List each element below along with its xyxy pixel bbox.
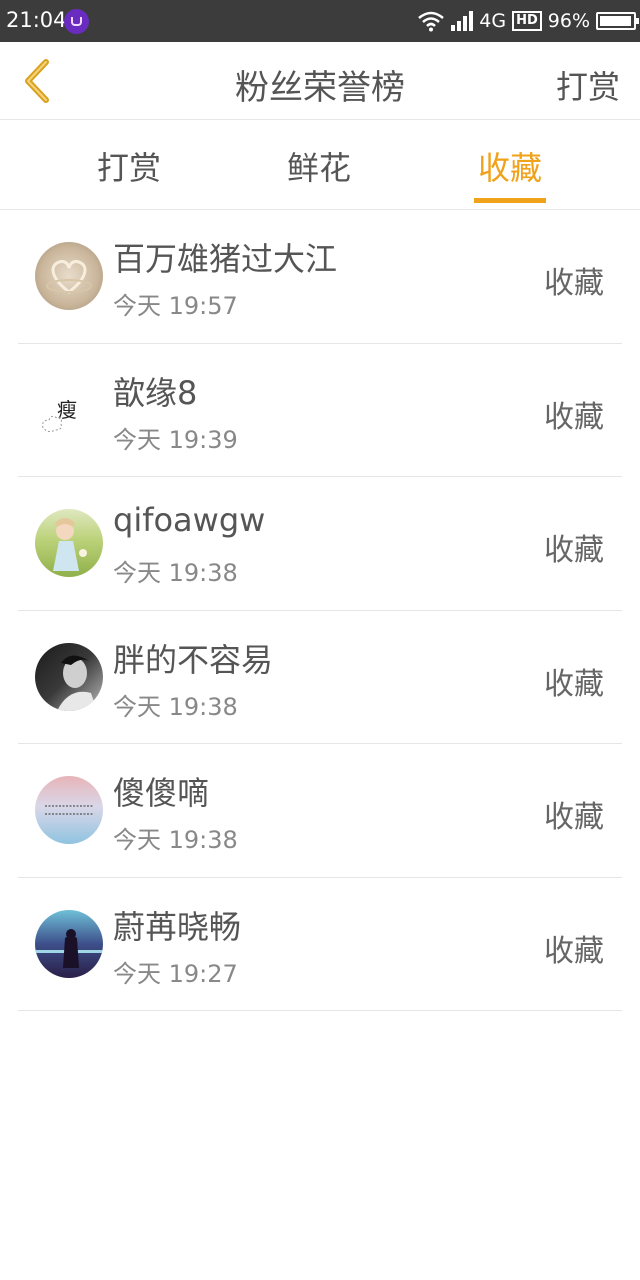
bw-portrait-image [57, 654, 97, 711]
fan-name: 歆缘8 [113, 373, 198, 412]
fan-time: 今天 19:38 [113, 692, 238, 721]
status-time: 21:04 [6, 8, 67, 32]
tab-reward[interactable]: 打赏 [94, 143, 164, 207]
list-item[interactable]: 胖的不容易 今天 19:38 收藏 [18, 611, 622, 744]
favorite-label: 收藏 [544, 399, 604, 435]
avatar [35, 909, 103, 978]
signal-icon [451, 11, 474, 31]
tab-label: 鲜花 [286, 149, 351, 187]
avatar [35, 776, 103, 844]
child-photo-image [53, 518, 87, 571]
status-bar: 21:04 4G HD 96% [0, 0, 640, 42]
list-item[interactable]: qifoawgw 今天 19:38 收藏 [18, 477, 622, 611]
title-bar: 粉丝荣誉榜 打赏 [0, 42, 640, 120]
favorite-label: 收藏 [544, 266, 604, 301]
list-item[interactable]: 蔚苒晓畅 今天 19:27 收藏 [18, 878, 622, 1011]
hd-badge: HD [512, 11, 542, 31]
fan-name: 傻傻嘀 [113, 774, 210, 812]
night-girl-image [35, 928, 103, 968]
tab-bar: 打赏 鲜花 收藏 [0, 121, 640, 210]
avatar [35, 642, 103, 711]
fan-name: qifoawgw [113, 501, 266, 539]
wifi-icon [418, 11, 445, 32]
battery-percent: 96% [547, 10, 590, 32]
sky-text-image [45, 805, 93, 815]
fan-time: 今天 19:38 [113, 559, 238, 587]
avatar: 瘦 [35, 375, 103, 444]
favorite-label: 收藏 [544, 800, 604, 835]
fan-name: 蔚苒晓畅 [113, 907, 242, 946]
list-item[interactable]: 傻傻嘀 今天 19:38 收藏 [18, 744, 622, 878]
fan-name: 胖的不容易 [113, 640, 274, 679]
tab-flowers[interactable]: 鲜花 [284, 143, 354, 207]
reward-button[interactable]: 打赏 [556, 62, 620, 108]
ring-avatar-image [46, 260, 92, 294]
fan-time: 今天 19:38 [113, 826, 238, 854]
avatar [35, 242, 103, 310]
fan-list: 百万雄猪过大江 今天 19:57 收藏 瘦 歆缘8 今天 19:39 收藏 qi… [18, 210, 622, 1011]
battery-icon [596, 12, 639, 30]
tab-favorites[interactable]: 收藏 [474, 143, 546, 207]
tab-label: 打赏 [96, 149, 161, 187]
fan-time: 今天 19:39 [113, 425, 238, 454]
favorite-label: 收藏 [544, 666, 604, 702]
notification-app-icon [64, 9, 89, 34]
favorite-label: 收藏 [544, 933, 604, 969]
cloud-doodle-icon [42, 415, 62, 432]
battery-fill [600, 16, 631, 26]
fan-time: 今天 19:27 [113, 959, 238, 988]
fan-time: 今天 19:57 [113, 292, 238, 320]
favorite-label: 收藏 [544, 533, 604, 568]
status-indicators: 4G HD 96% [417, 8, 639, 34]
page-title: 粉丝荣誉榜 [235, 68, 405, 108]
tab-label: 收藏 [477, 149, 542, 187]
list-item[interactable]: 瘦 歆缘8 今天 19:39 收藏 [18, 344, 622, 477]
network-type: 4G [479, 10, 507, 32]
list-item[interactable]: 百万雄猪过大江 今天 19:57 收藏 [18, 210, 622, 344]
fan-name: 百万雄猪过大江 [113, 240, 338, 278]
active-tab-indicator [474, 198, 546, 203]
avatar [35, 509, 103, 577]
